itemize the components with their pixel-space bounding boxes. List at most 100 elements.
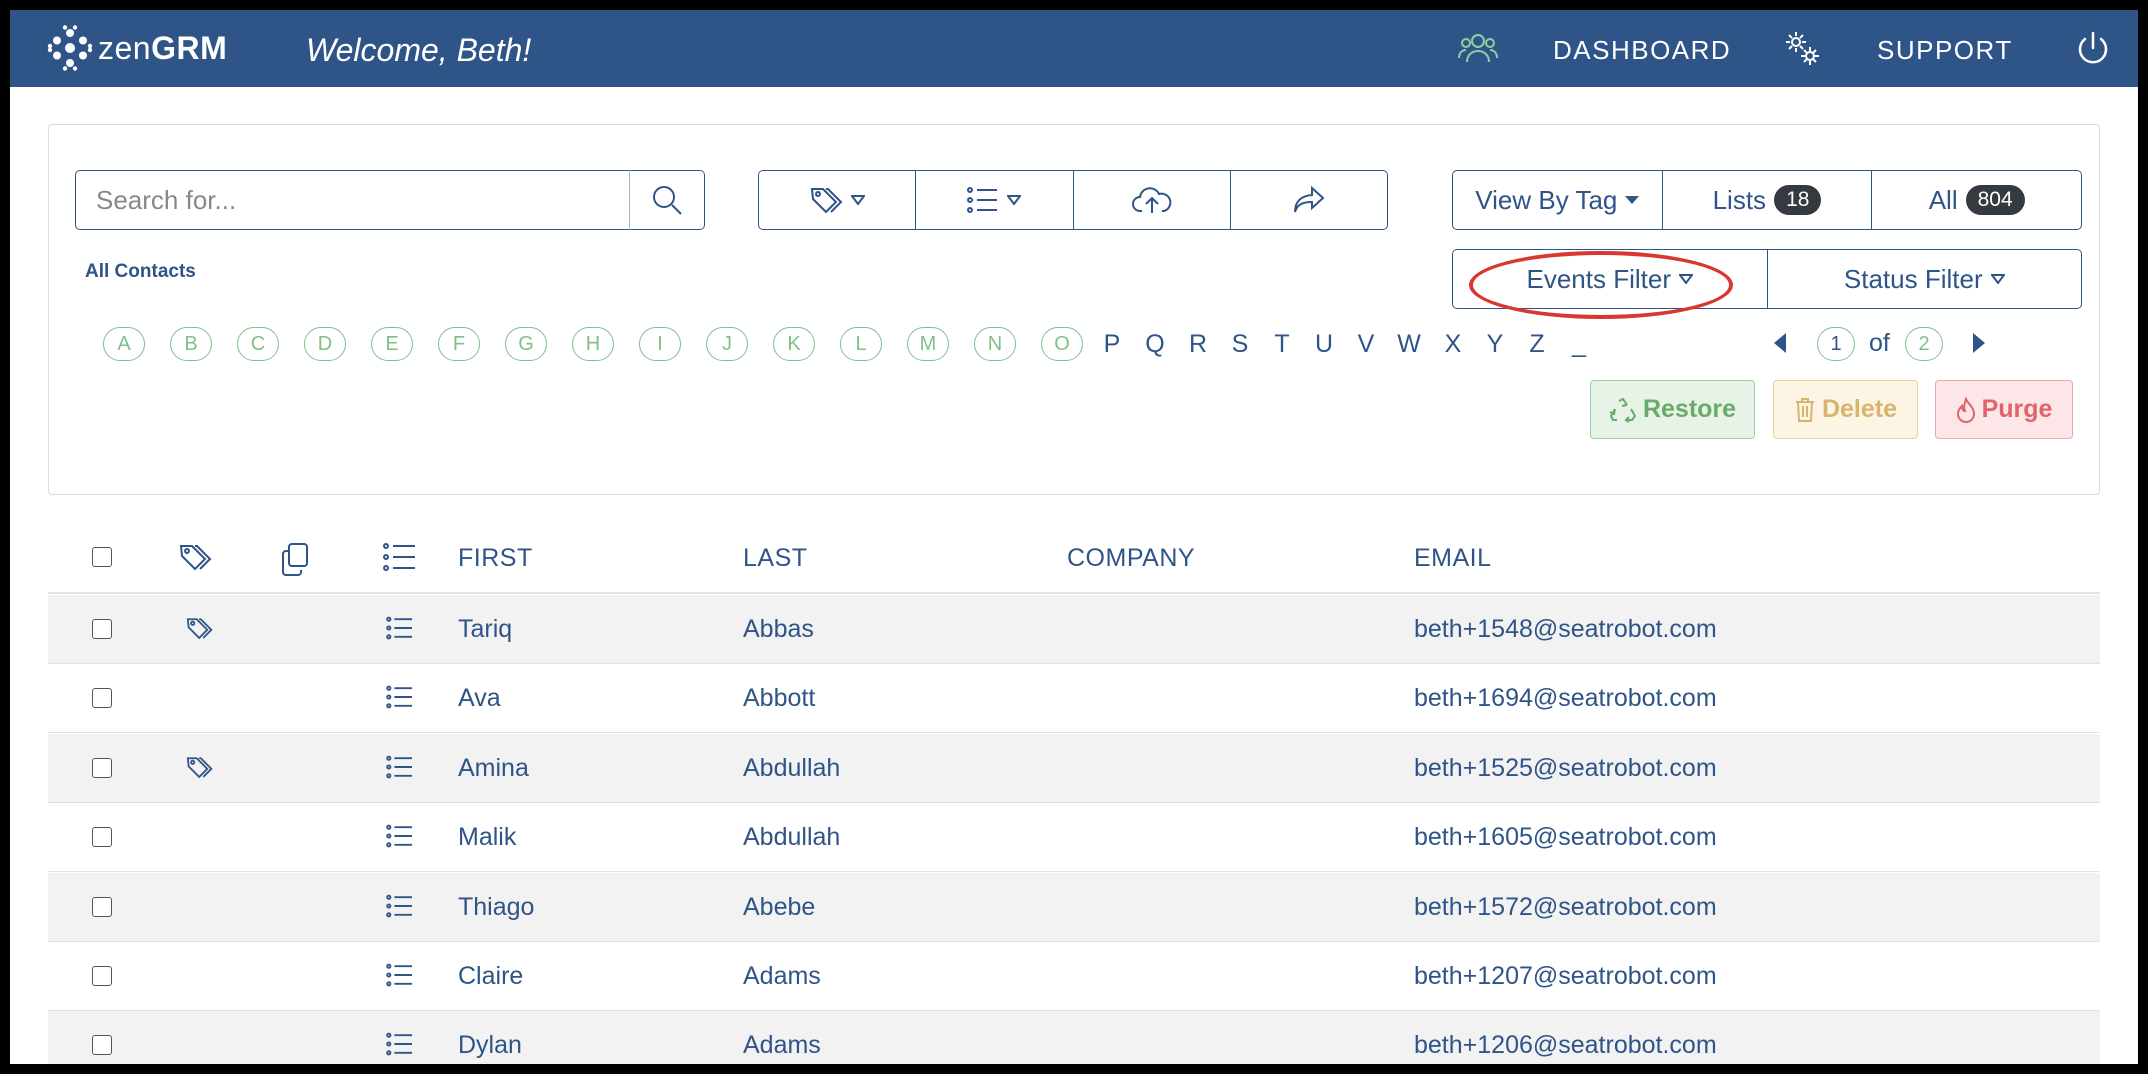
list-dropdown-button[interactable] (915, 171, 1072, 229)
cell-email[interactable]: beth+1694@seatrobot.com (1414, 684, 1717, 713)
cell-last[interactable]: Abbas (743, 615, 814, 644)
alphabet-letter-s[interactable]: S (1225, 327, 1255, 361)
table-row[interactable]: Amina Abdullah beth+1525@seatrobot.com (48, 733, 2100, 803)
gears-icon[interactable] (1781, 28, 1823, 70)
list-icon[interactable] (386, 685, 414, 714)
delete-button[interactable]: Delete (1773, 380, 1918, 439)
nav-support-link[interactable]: SUPPORT (1877, 35, 2013, 66)
row-checkbox[interactable] (92, 619, 112, 639)
alphabet-letter-l[interactable]: L (840, 327, 882, 361)
alphabet-letter-x[interactable]: X (1438, 327, 1468, 361)
header-last[interactable]: LAST (743, 544, 808, 573)
alphabet-letter-q[interactable]: Q (1140, 327, 1170, 361)
app-logo[interactable]: zenGRM (46, 24, 227, 72)
restore-button[interactable]: Restore (1590, 380, 1755, 439)
alphabet-letter-v[interactable]: V (1351, 327, 1381, 361)
cell-last[interactable]: Adams (743, 962, 821, 991)
search-button[interactable] (629, 170, 705, 230)
alphabet-letter-g[interactable]: G (505, 327, 547, 361)
alphabet-letter-i[interactable]: I (639, 327, 681, 361)
alphabet-letter-n[interactable]: N (974, 327, 1016, 361)
cell-first[interactable]: Ava (458, 684, 501, 713)
header-email[interactable]: EMAIL (1414, 544, 1492, 573)
alphabet-letter-d[interactable]: D (304, 327, 346, 361)
list-icon[interactable] (386, 616, 414, 645)
alphabet-letter-k[interactable]: K (773, 327, 815, 361)
list-icon[interactable] (386, 894, 414, 923)
cell-last[interactable]: Adams (743, 1031, 821, 1060)
cell-last[interactable]: Abdullah (743, 823, 840, 852)
alphabet-letter-o[interactable]: O (1041, 327, 1083, 361)
nav-dashboard-link[interactable]: DASHBOARD (1553, 35, 1731, 66)
table-row[interactable]: Thiago Abebe beth+1572@seatrobot.com (48, 872, 2100, 942)
row-checkbox[interactable] (92, 1035, 112, 1056)
prev-page-icon[interactable] (1773, 332, 1787, 354)
total-pages[interactable]: 2 (1905, 327, 1943, 361)
row-checkbox[interactable] (92, 896, 112, 917)
cell-first[interactable]: Tariq (458, 615, 512, 644)
cell-email[interactable]: beth+1207@seatrobot.com (1414, 962, 1717, 991)
alphabet-letter-b[interactable]: B (170, 327, 212, 361)
cell-email[interactable]: beth+1572@seatrobot.com (1414, 893, 1717, 922)
tag-dropdown-button[interactable] (759, 171, 915, 229)
share-button[interactable] (1229, 171, 1387, 229)
cell-first[interactable]: Dylan (458, 1031, 522, 1060)
cell-email[interactable]: beth+1605@seatrobot.com (1414, 823, 1717, 852)
events-filter-dropdown[interactable]: Events Filter (1453, 250, 1767, 308)
alphabet-letter-r[interactable]: R (1183, 327, 1213, 361)
alphabet-letter-z[interactable]: Z (1522, 327, 1552, 361)
purge-button[interactable]: Purge (1935, 380, 2073, 439)
row-checkbox[interactable] (92, 827, 112, 848)
list-icon[interactable] (386, 824, 414, 853)
table-row[interactable]: Ava Abbott beth+1694@seatrobot.com (48, 664, 2100, 734)
all-button[interactable]: All 804 (1871, 171, 2081, 229)
cell-first[interactable]: Amina (458, 754, 529, 783)
row-checkbox[interactable] (92, 688, 112, 709)
alphabet-letter-y[interactable]: Y (1480, 327, 1510, 361)
header-first[interactable]: FIRST (458, 544, 533, 573)
cell-last[interactable]: Abbott (743, 684, 815, 713)
row-checkbox[interactable] (92, 757, 112, 778)
alphabet-letter-e[interactable]: E (371, 327, 413, 361)
cell-first[interactable]: Malik (458, 823, 516, 852)
header-company[interactable]: COMPANY (1067, 544, 1195, 573)
lists-button[interactable]: Lists 18 (1661, 171, 1872, 229)
table-row[interactable]: Tariq Abbas beth+1548@seatrobot.com (48, 595, 2100, 664)
table-row[interactable]: Claire Adams beth+1207@seatrobot.com (48, 942, 2100, 1011)
alphabet-letter-p[interactable]: P (1097, 327, 1127, 361)
list-icon[interactable] (386, 755, 414, 784)
cell-first[interactable]: Claire (458, 962, 523, 991)
table-row[interactable]: Malik Abdullah beth+1605@seatrobot.com (48, 803, 2100, 873)
alphabet-letter-other[interactable]: _ (1564, 327, 1594, 361)
alphabet-letter-w[interactable]: W (1394, 327, 1424, 361)
alphabet-letter-c[interactable]: C (237, 327, 279, 361)
cell-email[interactable]: beth+1548@seatrobot.com (1414, 615, 1717, 644)
users-icon[interactable] (1457, 28, 1499, 70)
alphabet-letter-t[interactable]: T (1267, 327, 1297, 361)
cell-first[interactable]: Thiago (458, 893, 534, 922)
next-page-icon[interactable] (1972, 332, 1986, 354)
select-all-checkbox[interactable] (92, 547, 112, 567)
alphabet-letter-u[interactable]: U (1309, 327, 1339, 361)
tag-icon[interactable] (185, 755, 215, 786)
cell-last[interactable]: Abdullah (743, 754, 840, 783)
power-icon[interactable] (2072, 28, 2114, 70)
list-icon[interactable] (386, 963, 414, 992)
status-filter-dropdown[interactable]: Status Filter (1766, 250, 2082, 308)
cell-last[interactable]: Abebe (743, 893, 815, 922)
upload-button[interactable] (1072, 171, 1230, 229)
list-icon[interactable] (386, 1032, 414, 1061)
alphabet-letter-m[interactable]: M (907, 327, 949, 361)
view-by-tag-dropdown[interactable]: View By Tag (1453, 171, 1662, 229)
cell-email[interactable]: beth+1525@seatrobot.com (1414, 754, 1717, 783)
table-row[interactable]: Dylan Adams beth+1206@seatrobot.com (48, 1011, 2100, 1064)
all-contacts-label[interactable]: All Contacts (85, 261, 196, 283)
tag-icon[interactable] (185, 616, 215, 647)
alphabet-letter-a[interactable]: A (103, 327, 145, 361)
alphabet-letter-h[interactable]: H (572, 327, 614, 361)
search-input[interactable]: Search for... (75, 170, 630, 230)
alphabet-letter-f[interactable]: F (438, 327, 480, 361)
row-checkbox[interactable] (92, 966, 112, 986)
alphabet-letter-j[interactable]: J (706, 327, 748, 361)
cell-email[interactable]: beth+1206@seatrobot.com (1414, 1031, 1717, 1060)
